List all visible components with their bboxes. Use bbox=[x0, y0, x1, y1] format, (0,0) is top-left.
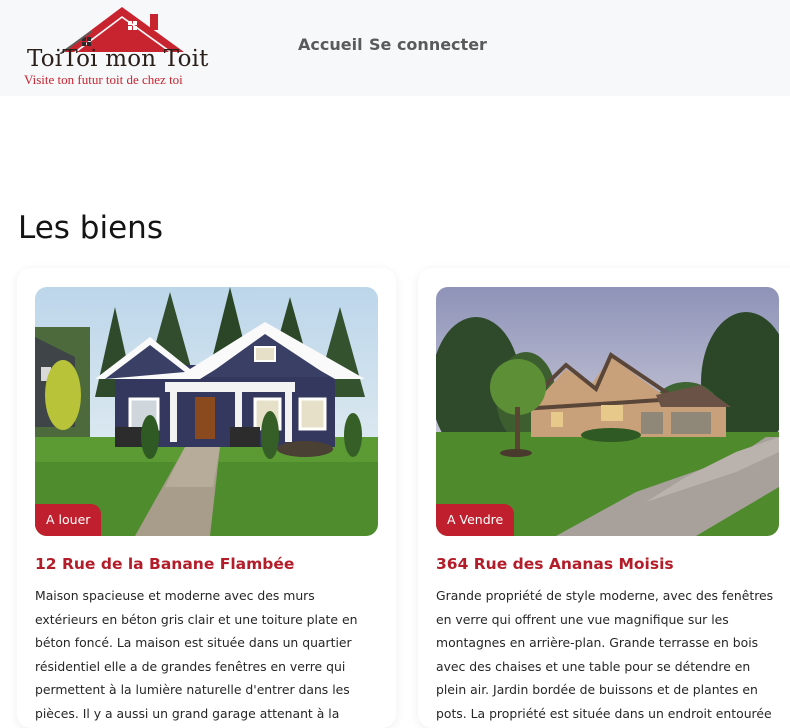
site-header: ToiToi mon Toit Visite ton futur toit de… bbox=[0, 0, 790, 96]
property-title[interactable]: 12 Rue de la Banane Flambée bbox=[35, 555, 294, 573]
nav-home-link[interactable]: Accueil bbox=[298, 35, 363, 54]
site-logo[interactable]: ToiToi mon Toit Visite ton futur toit de… bbox=[22, 4, 212, 88]
house-photo-image bbox=[436, 287, 779, 536]
property-description: Maison spacieuse et moderne avec des mur… bbox=[35, 588, 358, 721]
property-card[interactable]: A louer 12 Rue de la Banane Flambée Mais… bbox=[17, 268, 396, 728]
house-photo-image bbox=[35, 287, 378, 536]
property-photo[interactable]: A Vendre bbox=[436, 287, 779, 536]
logo-tagline: Visite ton futur toit de chez toi bbox=[24, 72, 183, 87]
section-title: Les biens bbox=[18, 210, 163, 246]
property-description: Grande propriété de style moderne, avec … bbox=[436, 588, 774, 721]
logo-title: ToiToi mon Toit bbox=[27, 46, 209, 72]
property-photo[interactable]: A louer bbox=[35, 287, 378, 536]
property-title[interactable]: 364 Rue des Ananas Moisis bbox=[436, 555, 674, 573]
listing-status-badge: A louer bbox=[35, 504, 102, 536]
listing-status-badge: A Vendre bbox=[436, 504, 515, 536]
nav-login-link[interactable]: Se connecter bbox=[369, 35, 487, 54]
property-card[interactable]: A Vendre 364 Rue des Ananas Moisis Grand… bbox=[418, 268, 790, 728]
